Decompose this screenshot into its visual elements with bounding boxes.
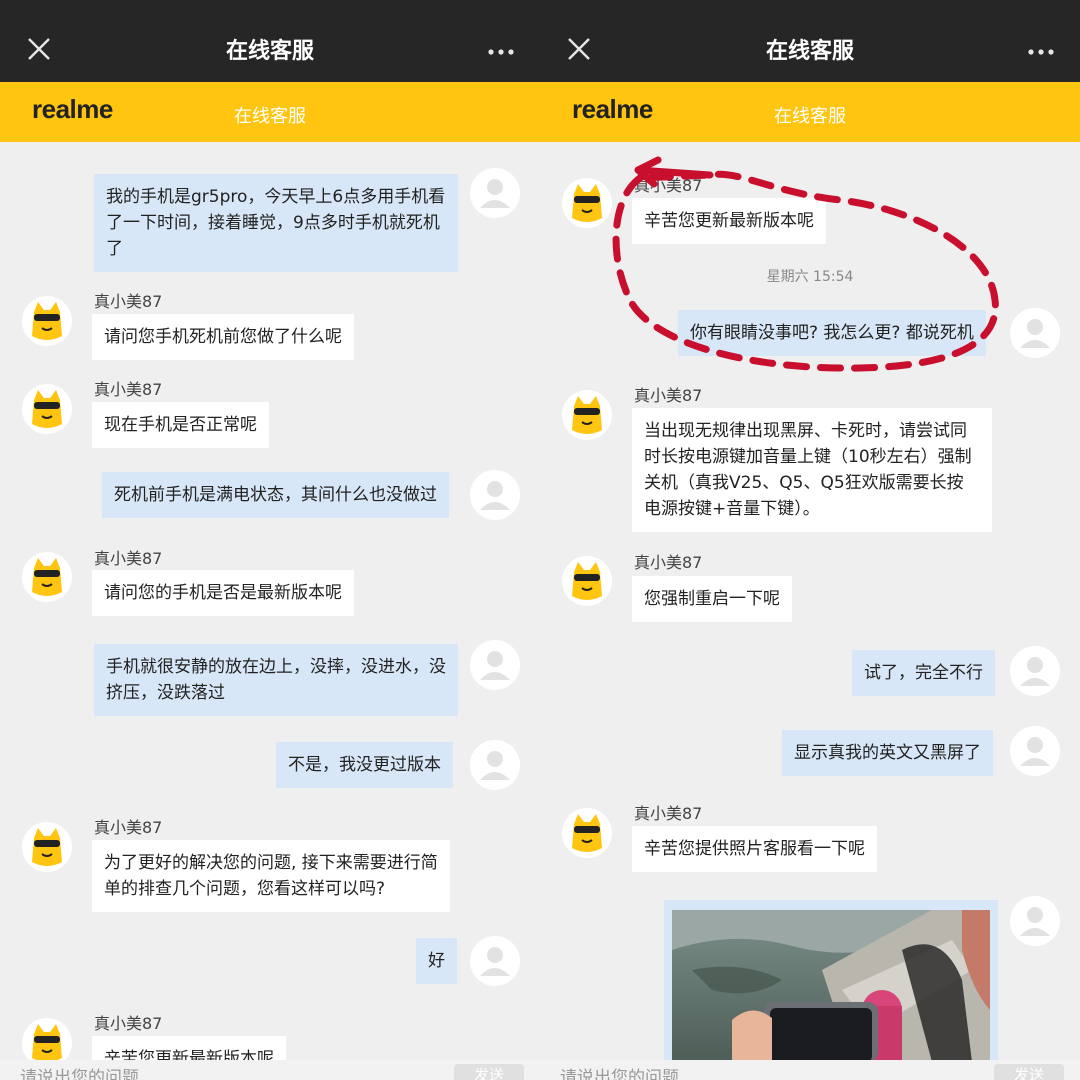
agent-avatar bbox=[562, 556, 612, 606]
message-input[interactable]: 请说出您的问题 bbox=[20, 1063, 139, 1080]
send-button[interactable]: 发送 bbox=[994, 1064, 1064, 1080]
agent-avatar bbox=[22, 822, 72, 872]
brand-subtitle: 在线客服 bbox=[234, 106, 306, 127]
user-avatar bbox=[470, 470, 520, 520]
user-avatar bbox=[470, 640, 520, 690]
agent-message-bubble: 辛苦您提供照片客服看一下呢 bbox=[632, 826, 877, 872]
brand-subtitle: 在线客服 bbox=[774, 106, 846, 127]
send-button[interactable]: 发送 bbox=[454, 1064, 524, 1080]
agent-name: 真小美87 bbox=[94, 818, 163, 837]
chat-pane-right: 在线客服 realme 在线客服 真小美87 辛苦您更新最新版本呢 星期六 15… bbox=[540, 0, 1080, 1080]
agent-name: 真小美87 bbox=[94, 292, 163, 311]
user-avatar bbox=[470, 168, 520, 218]
agent-avatar bbox=[562, 808, 612, 858]
title-bar: 在线客服 bbox=[540, 0, 1080, 82]
app-screenshot: 在线客服 realme 在线客服 我的手机是gr5pro，今天早上6点多用手机看… bbox=[0, 0, 1080, 1080]
agent-message-bubble: 当出现无规律出现黑屏、卡死时，请尝试同时长按电源键加音量上键（10秒左右）强制关… bbox=[632, 408, 992, 532]
user-message-bubble: 手机就很安静的放在边上，没摔，没进水，没挤压，没跌落过 bbox=[94, 644, 458, 716]
chat-pane-left: 在线客服 realme 在线客服 我的手机是gr5pro，今天早上6点多用手机看… bbox=[0, 0, 540, 1080]
user-message-bubble: 不是，我没更过版本 bbox=[276, 742, 453, 788]
user-avatar bbox=[1010, 646, 1060, 696]
agent-name: 真小美87 bbox=[634, 386, 703, 405]
photo-thumbnail bbox=[672, 910, 990, 1062]
message-input[interactable]: 请说出您的问题 bbox=[560, 1063, 679, 1080]
agent-avatar bbox=[22, 384, 72, 434]
page-title: 在线客服 bbox=[225, 39, 314, 64]
agent-name: 真小美87 bbox=[94, 1014, 163, 1033]
user-avatar bbox=[1010, 726, 1060, 776]
agent-avatar bbox=[562, 390, 612, 440]
agent-avatar bbox=[562, 178, 612, 228]
message-list[interactable]: 真小美87 辛苦您更新最新版本呢 星期六 15:54 你有眼睛没事吧? 我怎么更… bbox=[540, 142, 1080, 1062]
agent-message-bubble: 请问您的手机是否是最新版本呢 bbox=[92, 570, 354, 616]
agent-message-bubble: 辛苦您更新最新版本呢 bbox=[632, 198, 826, 244]
user-message-bubble: 你有眼睛没事吧? 我怎么更? 都说死机 bbox=[678, 310, 986, 356]
agent-message-bubble: 请问您手机死机前您做了什么呢 bbox=[92, 314, 354, 360]
agent-message-bubble: 辛苦您更新最新版本呢 bbox=[92, 1036, 286, 1062]
agent-name: 真小美87 bbox=[634, 176, 703, 195]
title-bar: 在线客服 bbox=[0, 0, 540, 82]
user-avatar bbox=[1010, 896, 1060, 946]
agent-message-bubble: 您强制重启一下呢 bbox=[632, 576, 792, 622]
agent-name: 真小美87 bbox=[94, 380, 163, 399]
agent-name: 真小美87 bbox=[634, 804, 703, 823]
more-options-icon[interactable] bbox=[1028, 42, 1054, 55]
agent-avatar bbox=[22, 552, 72, 602]
agent-name: 真小美87 bbox=[634, 553, 703, 572]
user-message-bubble: 试了，完全不行 bbox=[852, 650, 995, 696]
timestamp: 星期六 15:54 bbox=[766, 269, 854, 285]
brand-bar: realme 在线客服 bbox=[540, 82, 1080, 142]
agent-message-bubble: 为了更好的解决您的问题, 接下来需要进行简单的排查几个问题，您看这样可以吗? bbox=[92, 840, 450, 912]
user-message-bubble: 我的手机是gr5pro，今天早上6点多用手机看了一下时间，接着睡觉，9点多时手机… bbox=[94, 174, 458, 272]
user-message-bubble: 好 bbox=[416, 938, 457, 984]
user-avatar bbox=[470, 740, 520, 790]
message-input-bar: 请说出您的问题 发送 bbox=[540, 1060, 1080, 1080]
agent-avatar bbox=[22, 296, 72, 346]
user-avatar bbox=[1010, 308, 1060, 358]
more-options-icon[interactable] bbox=[488, 42, 514, 55]
agent-avatar bbox=[22, 1018, 72, 1062]
page-title: 在线客服 bbox=[765, 39, 854, 64]
agent-name: 真小美87 bbox=[94, 549, 163, 568]
user-avatar bbox=[470, 936, 520, 986]
user-photo-message[interactable] bbox=[664, 900, 998, 1062]
message-input-bar: 请说出您的问题 发送 bbox=[0, 1060, 540, 1080]
message-list[interactable]: 我的手机是gr5pro，今天早上6点多用手机看了一下时间，接着睡觉，9点多时手机… bbox=[0, 142, 540, 1062]
user-message-bubble: 显示真我的英文又黑屏了 bbox=[782, 730, 993, 776]
brand-bar: realme 在线客服 bbox=[0, 82, 540, 142]
agent-message-bubble: 现在手机是否正常呢 bbox=[92, 402, 269, 448]
user-message-bubble: 死机前手机是满电状态，其间什么也没做过 bbox=[102, 472, 449, 518]
